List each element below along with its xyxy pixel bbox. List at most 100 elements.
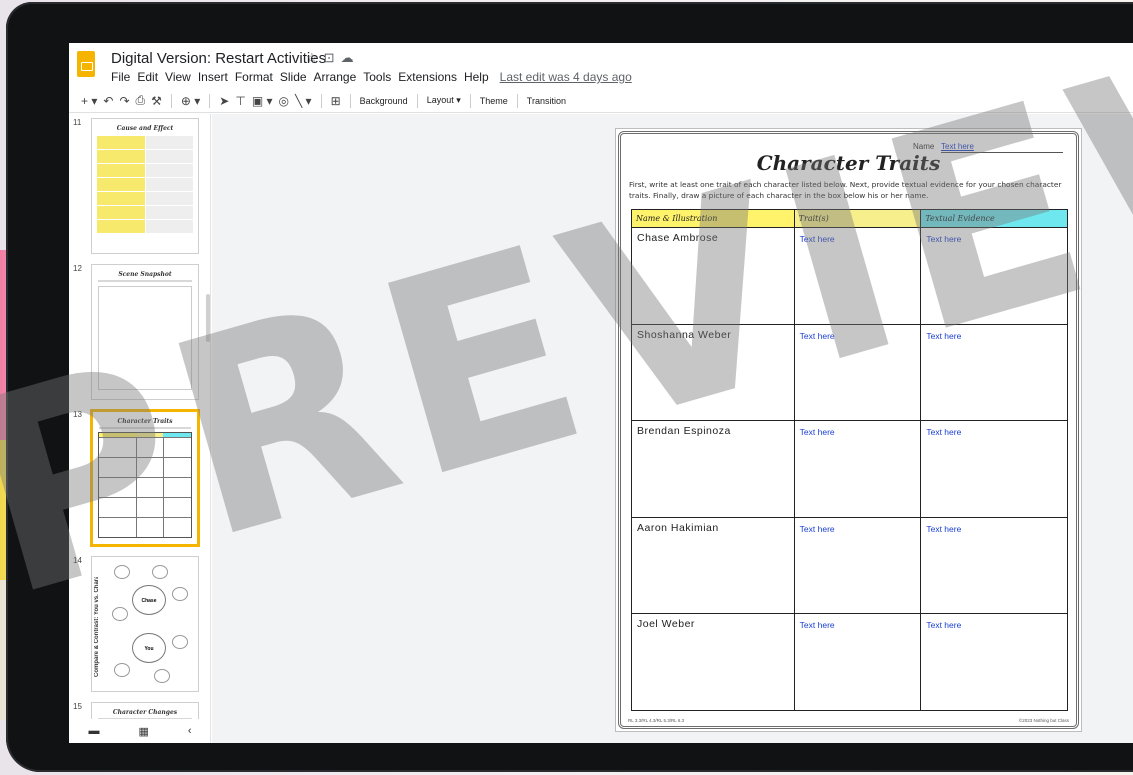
print-icon[interactable]: ⎙ <box>136 93 146 108</box>
redo-icon[interactable]: ↷ <box>119 94 129 108</box>
trait-text-box[interactable]: Text here <box>793 420 922 518</box>
layout-label: Layout <box>426 95 454 105</box>
table-row: Shoshanna Weber Text here Text here <box>631 323 1068 421</box>
thumb-line <box>99 427 191 429</box>
slide-number: 14 <box>73 556 82 565</box>
comment-icon[interactable]: ⊞ <box>331 94 341 108</box>
toolbar-divider <box>349 93 351 108</box>
add-icon[interactable]: + ▾ <box>81 94 97 108</box>
slide-thumbnail-13[interactable]: Character Traits <box>90 409 200 547</box>
thumb-bubble <box>114 565 130 579</box>
evidence-text-box[interactable]: Text here <box>920 613 1068 711</box>
menu-tools[interactable]: Tools <box>363 70 391 84</box>
thumb-bubble <box>172 635 188 649</box>
thumb-table <box>97 136 193 233</box>
slide-thumbnail-14[interactable]: Compare & Contrast: You vs. Character Ch… <box>91 556 199 692</box>
filmstrip-view-icon[interactable]: ▬ <box>88 725 99 737</box>
filmstrip-footer: ▬ ▦ ‹ <box>69 719 210 743</box>
slide-title: Character Traits <box>756 151 941 175</box>
menu-format[interactable]: Format <box>235 70 273 84</box>
grid-view-icon[interactable]: ▦ <box>138 725 148 738</box>
menu-bar: File Edit View Insert Format Slide Arran… <box>111 70 632 84</box>
image-icon[interactable]: ▣ ▾ <box>252 94 273 108</box>
thumb-title: Compare & Contrast: You vs. Character <box>94 577 100 677</box>
slide-number: 11 <box>73 118 82 127</box>
thumb-bubble <box>154 669 170 683</box>
tablet-frame: Digital Version: Restart Activities ☆⊡☁ … <box>6 2 1133 772</box>
character-name: Joel Weber <box>631 613 795 711</box>
toolbar-divider <box>209 93 211 108</box>
move-to-folder-icon[interactable]: ⊡ <box>324 50 341 65</box>
star-icon[interactable]: ☆ <box>306 50 324 65</box>
name-text-box[interactable]: Text here <box>941 142 974 151</box>
menu-extensions[interactable]: Extensions <box>398 70 457 84</box>
evidence-text-box[interactable]: Text here <box>920 323 1068 421</box>
thumb-bubble <box>172 587 188 601</box>
toolbar-divider <box>170 93 172 108</box>
slide-number: 13 <box>73 410 82 419</box>
thumb-bubble <box>114 663 130 677</box>
thumb-circle-bottom: You <box>132 633 166 663</box>
menu-slide[interactable]: Slide <box>280 70 307 84</box>
cloud-status-icon[interactable]: ☁ <box>341 50 360 65</box>
slide-number: 15 <box>73 702 82 711</box>
paint-format-icon[interactable]: ⚒ <box>151 94 162 108</box>
character-name: Aaron Hakimian <box>631 516 795 614</box>
menu-insert[interactable]: Insert <box>198 70 228 84</box>
copyright-footer: ©2023 Nothing but Class <box>1018 718 1069 723</box>
evidence-text-box[interactable]: Text here <box>920 516 1068 614</box>
header-textual-evidence: Textual Evidence <box>920 209 1068 228</box>
toolbar-divider <box>320 93 322 108</box>
thumb-title: Scene Snapshot <box>118 271 172 278</box>
text-box-icon[interactable]: ⊤ <box>235 94 245 108</box>
last-edit-link[interactable]: Last edit was 4 days ago <box>500 70 632 84</box>
table-row: Aaron Hakimian Text here Text here <box>631 516 1068 614</box>
menu-view[interactable]: View <box>165 70 191 84</box>
slide-thumbnail-12[interactable]: Scene Snapshot <box>91 264 199 400</box>
toolbar-divider <box>416 93 418 108</box>
document-title[interactable]: Digital Version: Restart Activities <box>111 50 326 67</box>
filmstrip: 11 Cause and Effect 12 Scene Snapshot 13… <box>69 114 211 743</box>
shape-icon[interactable]: ◎ <box>279 94 289 108</box>
background-button[interactable]: Background <box>360 96 408 106</box>
slide-canvas[interactable]: Name Text here Character Traits First, w… <box>212 114 1133 743</box>
slides-logo-icon[interactable] <box>77 51 95 77</box>
trait-text-box[interactable]: Text here <box>793 516 922 614</box>
theme-button[interactable]: Theme <box>480 96 508 106</box>
collapse-panel-icon[interactable]: ‹ <box>188 725 192 737</box>
thumb-circle-top: Chase <box>132 585 166 615</box>
character-name: Shoshanna Weber <box>631 323 795 421</box>
character-name: Brendan Espinoza <box>631 420 795 518</box>
transition-button[interactable]: Transition <box>527 96 566 106</box>
trait-text-box[interactable]: Text here <box>793 613 922 711</box>
zoom-icon[interactable]: ⊕ ▾ <box>181 94 200 108</box>
menu-file[interactable]: File <box>111 70 130 84</box>
name-label: Name <box>913 142 935 151</box>
trait-text-box[interactable]: Text here <box>793 323 922 421</box>
app-header: Digital Version: Restart Activities ☆⊡☁ … <box>69 43 1133 89</box>
slide-number: 12 <box>73 264 82 273</box>
layout-button[interactable]: Layout ▾ <box>427 95 461 106</box>
header-name-illustration: Name & Illustration <box>631 209 795 228</box>
line-icon[interactable]: ╲ ▾ <box>295 94 312 108</box>
undo-icon[interactable]: ↶ <box>103 94 113 108</box>
thumb-table <box>98 432 192 538</box>
toolbar-divider <box>469 93 471 108</box>
thumb-title: Character Changes <box>112 709 178 716</box>
menu-edit[interactable]: Edit <box>137 70 158 84</box>
select-icon[interactable]: ➤ <box>219 94 229 108</box>
menu-arrange[interactable]: Arrange <box>314 70 357 84</box>
filmstrip-scrollbar[interactable] <box>206 294 210 342</box>
trait-text-box[interactable]: Text here <box>793 227 922 325</box>
photo-background: Digital Version: Restart Activities ☆⊡☁ … <box>0 0 1133 775</box>
table-row: Chase Ambrose Text here Text here <box>631 227 1068 325</box>
current-slide[interactable]: Name Text here Character Traits First, w… <box>615 128 1082 732</box>
header-traits: Trait(s) <box>793 209 922 228</box>
menu-help[interactable]: Help <box>464 70 489 84</box>
slide-thumbnail-11[interactable]: Cause and Effect <box>91 118 199 254</box>
thumb-box <box>98 286 192 390</box>
instructions-text: First, write at least one trait of each … <box>629 180 1062 200</box>
evidence-text-box[interactable]: Text here <box>920 420 1068 518</box>
evidence-text-box[interactable]: Text here <box>920 227 1068 325</box>
character-name: Chase Ambrose <box>631 227 795 325</box>
